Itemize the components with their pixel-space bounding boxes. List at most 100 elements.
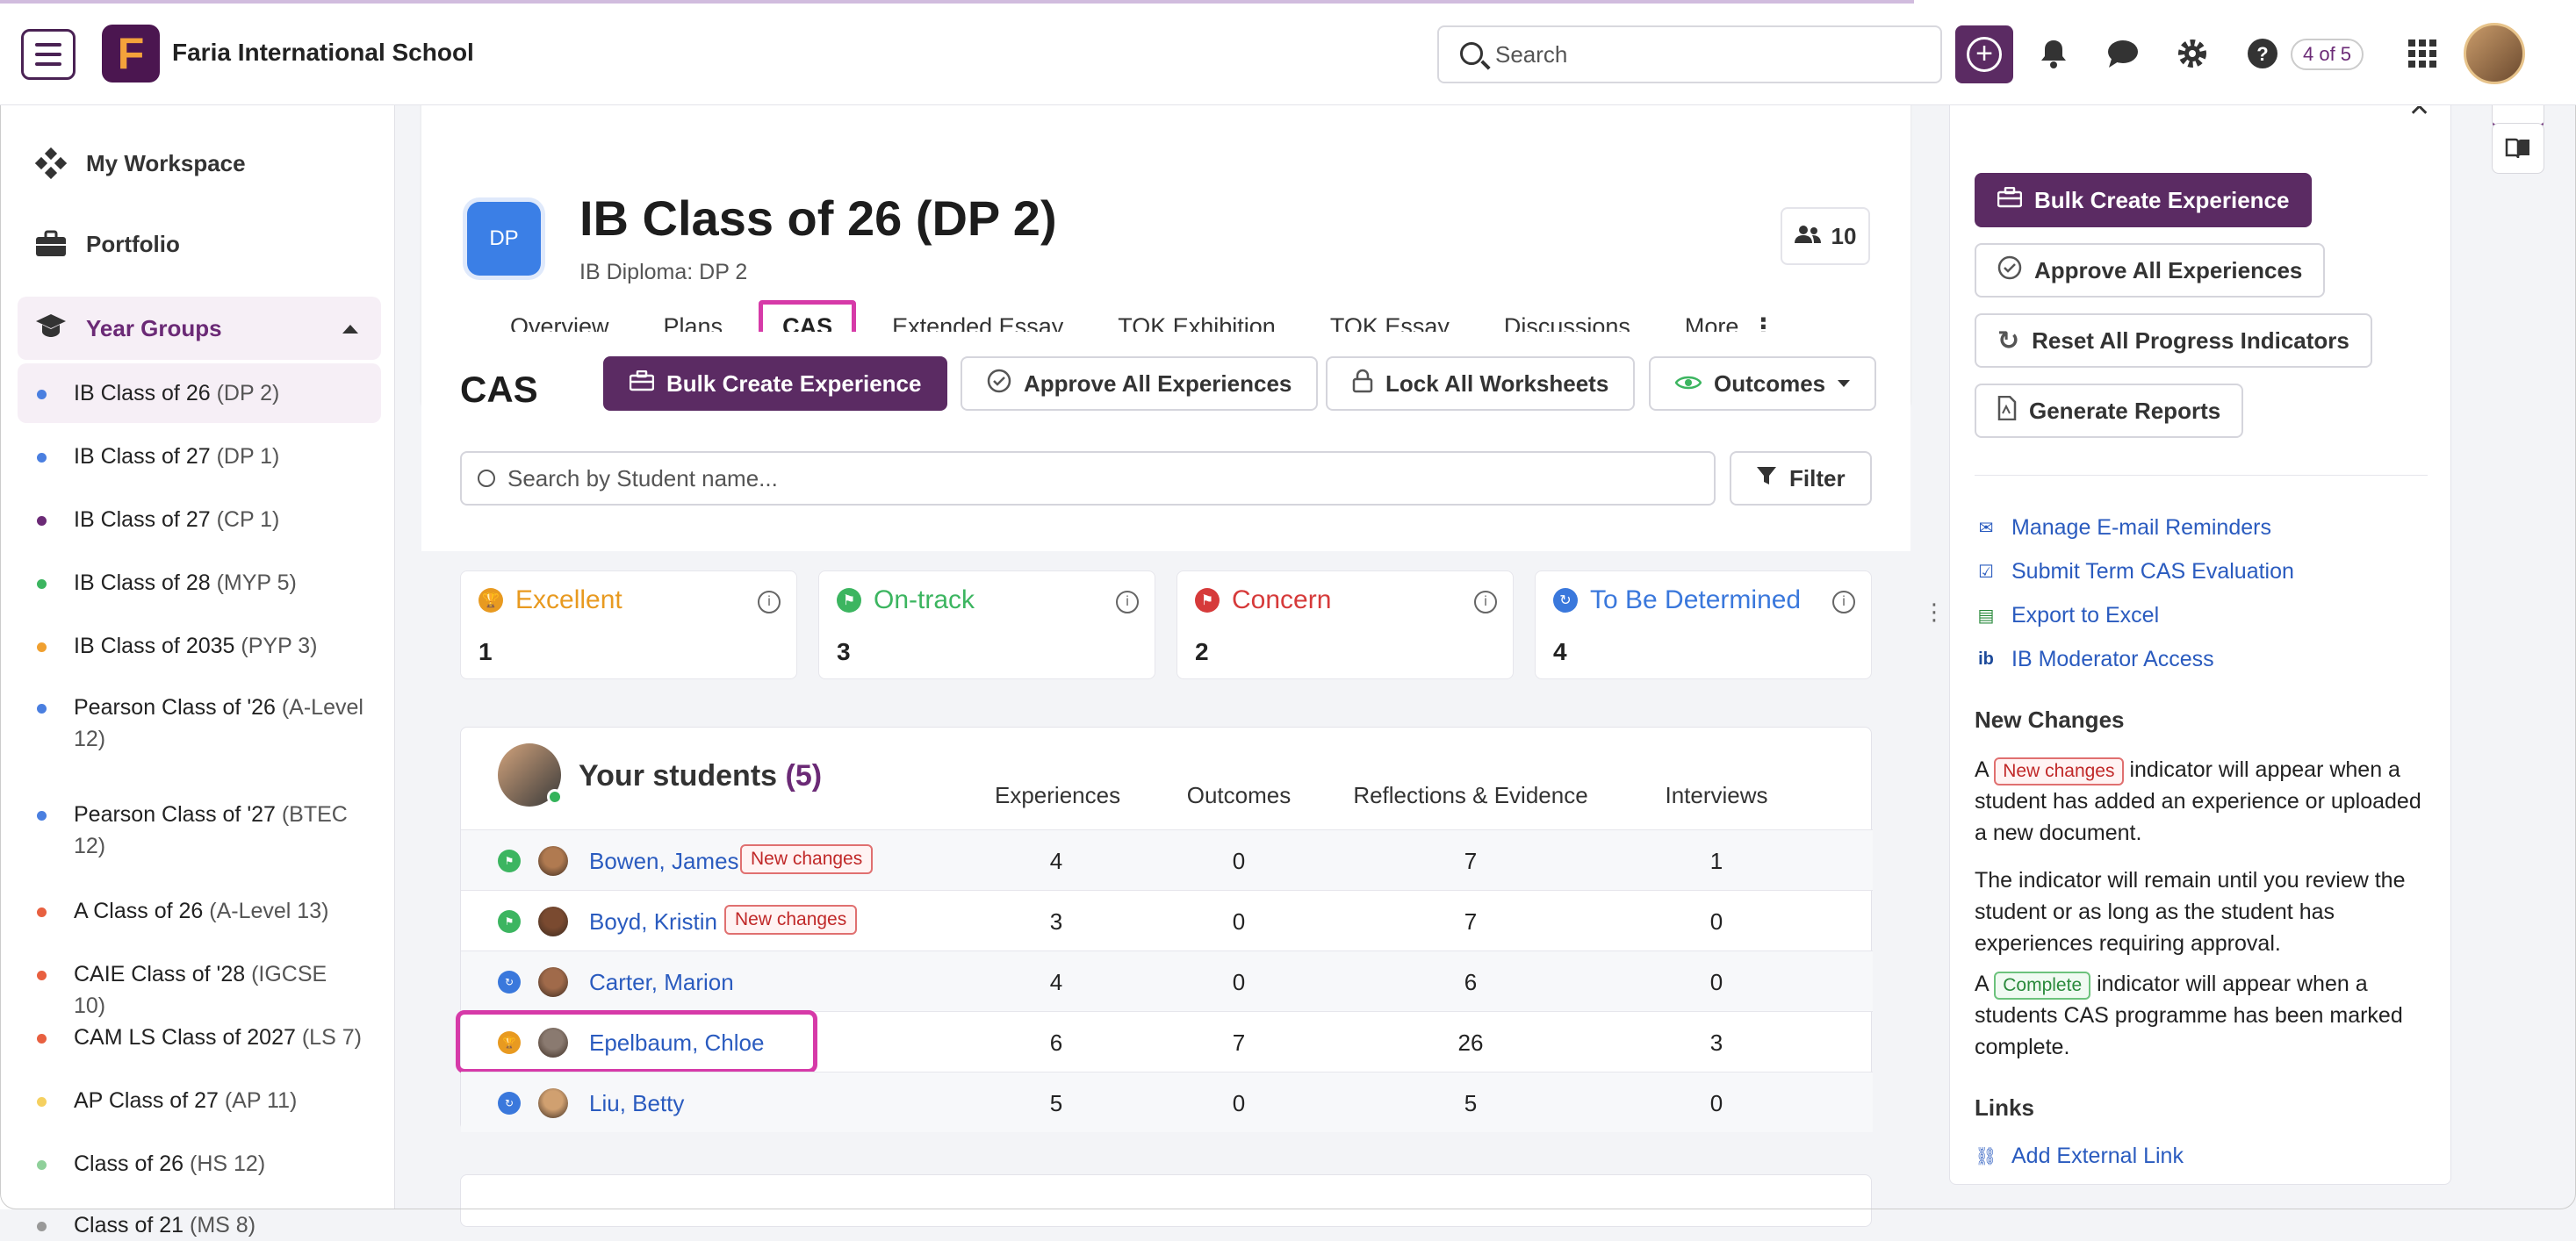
svg-text:?: ? (2256, 43, 2268, 65)
user-avatar[interactable] (2464, 23, 2525, 84)
add-external-link[interactable]: ⛓ Add External Link (1975, 1144, 2184, 1169)
column-header-interviews[interactable]: Interviews (1655, 782, 1778, 809)
online-indicator (547, 789, 563, 805)
sidebar-year-group-item[interactable]: A Class of 26 (A-Level 13) (18, 895, 381, 927)
color-dot (37, 453, 47, 463)
sidebar-year-group-item[interactable]: IB Class of 27 (DP 1) (18, 441, 381, 472)
details-approve-all-button[interactable]: Approve All Experiences (1975, 243, 2326, 298)
table-row[interactable]: ↻ Liu, Betty 5 0 5 0 (461, 1072, 1873, 1132)
info-icon[interactable]: i (1832, 591, 1855, 613)
school-logo[interactable]: F (102, 25, 160, 82)
year-group-level: (DP 1) (216, 444, 280, 469)
stat-value: 4 (1553, 638, 1567, 665)
info-icon[interactable]: i (1116, 591, 1139, 613)
sidebar-year-group-item[interactable]: IB Class of 2035 (PYP 3) (18, 630, 381, 662)
search-placeholder: Search (1495, 40, 1568, 68)
submit-term-evaluation-link[interactable]: ☑ Submit Term CAS Evaluation (1975, 559, 2294, 585)
stat-to-be-determined[interactable]: ↻ To Be Determined i 4 (1535, 570, 1872, 679)
new-changes-tag: New changes (1994, 757, 2124, 785)
student-name-link[interactable]: Carter, Marion (589, 969, 734, 996)
table-row[interactable]: 🏆 Epelbaum, Chloe 6 7 26 3 (456, 1010, 1873, 1073)
chat-icon[interactable] (2105, 35, 2141, 72)
apps-grid-icon[interactable] (2404, 35, 2441, 72)
column-header-experiences[interactable]: Experiences (995, 782, 1120, 809)
column-header-outcomes[interactable]: Outcomes (1177, 782, 1300, 809)
sidebar-item-label: My Workspace (86, 149, 246, 176)
filter-button[interactable]: Filter (1730, 451, 1872, 506)
sidebar-year-group-item[interactable]: AP Class of 27 (AP 11) (18, 1085, 381, 1116)
color-dot (37, 907, 47, 917)
outcomes-dropdown[interactable]: Outcomes (1649, 356, 1877, 411)
table-row[interactable]: ⚑ Boyd, Kristin New changes 3 0 7 0 (461, 890, 1873, 950)
page-subtitle: IB Diploma: DP 2 (579, 260, 748, 284)
details-bulk-create-button[interactable]: Bulk Create Experience (1975, 173, 2313, 227)
approve-all-label: Approve All Experiences (1024, 369, 1292, 397)
stat-concern[interactable]: ⚑ Concern i 2 (1176, 570, 1514, 679)
table-cell: 6 (1464, 969, 1478, 995)
sidebar-year-group-item[interactable]: IB Class of 26 (DP 2) (18, 363, 381, 423)
info-icon[interactable]: i (1474, 591, 1497, 613)
new-changes-badge: New changes (724, 905, 858, 935)
sidebar-year-group-item[interactable]: IB Class of 27 (CP 1) (18, 504, 381, 535)
table-cell: 3 (1709, 1029, 1723, 1056)
indicator-duration-text: The indicator will remain until you revi… (1975, 868, 2406, 956)
check-circle-icon (1997, 255, 2022, 286)
ib-moderator-access-link[interactable]: ib IB Moderator Access (1975, 647, 2214, 672)
student-name-link[interactable]: Boyd, Kristin (589, 908, 717, 936)
table-row[interactable]: ↻ Carter, Marion 4 0 6 0 (461, 950, 1873, 1011)
plus-icon: + (1967, 37, 2002, 72)
create-button[interactable]: + (1955, 25, 2013, 83)
gear-icon[interactable] (2174, 35, 2211, 72)
sidebar-item-my-workspace[interactable]: My Workspace (35, 147, 246, 179)
menu-button[interactable] (21, 29, 76, 80)
color-dot (37, 1097, 47, 1107)
student-name-link[interactable]: Liu, Betty (589, 1090, 684, 1117)
filter-label: Filter (1789, 464, 1846, 491)
sidebar-year-group-item[interactable]: IB Class of 28 (MYP 5) (18, 567, 381, 599)
generate-reports-button[interactable]: Generate Reports (1975, 384, 2244, 438)
year-group-level: (CP 1) (216, 507, 280, 532)
stat-excellent[interactable]: 🏆 Excellent i 1 (460, 570, 797, 679)
student-name-link[interactable]: Bowen, James (589, 848, 739, 875)
global-search-input[interactable]: Search (1437, 25, 1942, 83)
onboarding-progress-pill[interactable]: 4 of 5 (2291, 39, 2364, 70)
sidebar-year-group-item[interactable]: Pearson Class of '26 (A-Level 12) (18, 692, 381, 755)
reset-indicators-label: Reset All Progress Indicators (2032, 326, 2349, 354)
table-row[interactable]: ⚑ Bowen, James New changes 4 0 7 1 (461, 829, 1873, 890)
sidebar-item-portfolio[interactable]: Portfolio (35, 228, 180, 260)
stat-label: On-track (874, 585, 975, 614)
avatar (498, 743, 563, 807)
school-name[interactable]: Faria International School (172, 39, 474, 67)
sidebar-year-group-item[interactable]: CAM LS Class of 2027 (LS 7) (18, 1022, 381, 1053)
info-icon[interactable]: i (758, 591, 781, 613)
book-icon[interactable] (2492, 123, 2544, 174)
filter-icon (1756, 465, 1777, 492)
stat-on-track[interactable]: ⚑ On-track i 3 (818, 570, 1155, 679)
student-search-input[interactable]: Search by Student name... (460, 451, 1716, 506)
reset-indicators-button[interactable]: ↻ Reset All Progress Indicators (1975, 313, 2372, 368)
table-cell: 7 (1464, 848, 1478, 874)
sidebar-year-group-item[interactable]: Class of 26 (HS 12) (18, 1148, 381, 1180)
lock-all-button[interactable]: Lock All Worksheets (1326, 356, 1636, 411)
column-header-reflections[interactable]: Reflections & Evidence (1339, 782, 1602, 809)
sidebar-year-group-item[interactable]: Class of 21 (MS 8) (18, 1209, 381, 1241)
year-group-name: CAIE Class of '28 (74, 962, 252, 986)
approve-all-button[interactable]: Approve All Experiences (961, 356, 1319, 411)
manage-email-reminders-link[interactable]: ✉ Manage E-mail Reminders (1975, 515, 2271, 541)
chevron-up-icon[interactable] (342, 325, 358, 334)
sidebar-year-group-item[interactable]: CAIE Class of '28 (IGCSE 10) (18, 958, 381, 1022)
bell-icon[interactable] (2035, 35, 2072, 72)
new-changes-heading: New Changes (1975, 707, 2125, 733)
briefcase-icon (629, 369, 655, 398)
bulk-create-button[interactable]: Bulk Create Experience (603, 356, 948, 411)
table-cell: 0 (1232, 1090, 1246, 1116)
members-button[interactable]: 10 (1781, 207, 1870, 265)
students-section: Your students (5) Experiences Outcomes R… (421, 700, 1910, 1227)
export-to-excel-link[interactable]: ▤ Export to Excel (1975, 603, 2160, 628)
color-dot (37, 579, 47, 589)
new-changes-badge: New changes (740, 844, 874, 874)
year-group-name: IB Class of 26 (74, 381, 217, 405)
sidebar-year-group-item[interactable]: Pearson Class of '27 (BTEC 12) (18, 799, 381, 862)
sidebar-item-year-groups[interactable]: Year Groups (18, 297, 381, 360)
help-icon[interactable]: ? (2244, 35, 2281, 72)
